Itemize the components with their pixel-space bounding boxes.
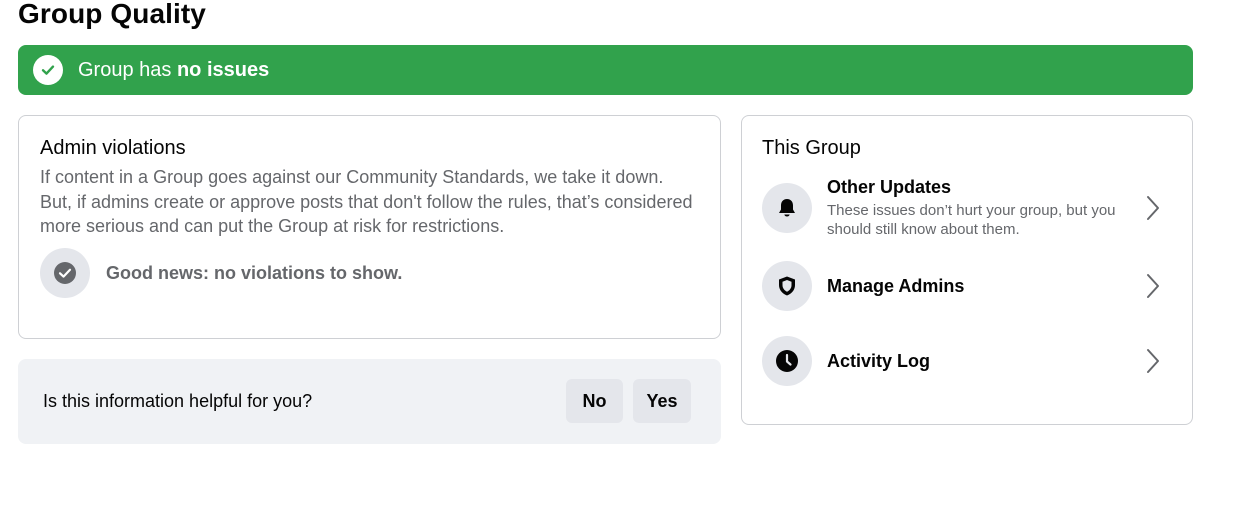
admin-violations-description: If content in a Group goes against our C… <box>40 167 693 236</box>
status-text: Group has no issues <box>78 59 269 82</box>
good-news-row: Good news: no violations to show. <box>40 248 402 298</box>
check-circle-icon <box>33 55 63 85</box>
admin-violations-title: Admin violations <box>40 137 186 159</box>
manage-admins-item[interactable]: Manage Admins <box>762 261 1174 311</box>
other-updates-text: Other Updates These issues don’t hurt yo… <box>827 177 1127 240</box>
status-text-emphasis: no issues <box>176 58 270 81</box>
feedback-question: Is this information helpful for you? <box>43 391 313 411</box>
check-circle-icon <box>40 248 90 298</box>
bell-icon <box>762 183 812 233</box>
other-updates-subtitle: These issues don’t hurt your group, but … <box>827 201 1116 239</box>
chevron-right-icon <box>1147 196 1159 220</box>
good-news-text: Good news: no violations to show. <box>106 262 403 283</box>
status-banner: Group has no issues <box>18 45 1193 95</box>
activity-log-title: Activity Log <box>827 350 931 371</box>
status-text-prefix: Group has <box>78 58 177 81</box>
no-button[interactable]: No <box>566 379 623 423</box>
manage-admins-text: Manage Admins <box>827 276 1127 297</box>
this-group-card: This Group Other Updates These issues do… <box>741 115 1193 425</box>
yes-button[interactable]: Yes <box>633 379 691 423</box>
feedback-box: Is this information helpful for you? No … <box>18 359 721 444</box>
activity-log-item[interactable]: Activity Log <box>762 336 1174 386</box>
manage-admins-title: Manage Admins <box>827 275 965 296</box>
this-group-title: This Group <box>762 137 861 159</box>
chevron-right-icon <box>1147 274 1159 298</box>
shield-icon <box>762 261 812 311</box>
other-updates-item[interactable]: Other Updates These issues don’t hurt yo… <box>762 173 1174 243</box>
activity-log-text: Activity Log <box>827 351 1127 372</box>
clock-icon <box>762 336 812 386</box>
admin-violations-card: Admin violations If content in a Group g… <box>18 115 721 339</box>
other-updates-title: Other Updates <box>827 176 952 197</box>
page-title: Group Quality <box>18 0 206 29</box>
chevron-right-icon <box>1147 349 1159 373</box>
